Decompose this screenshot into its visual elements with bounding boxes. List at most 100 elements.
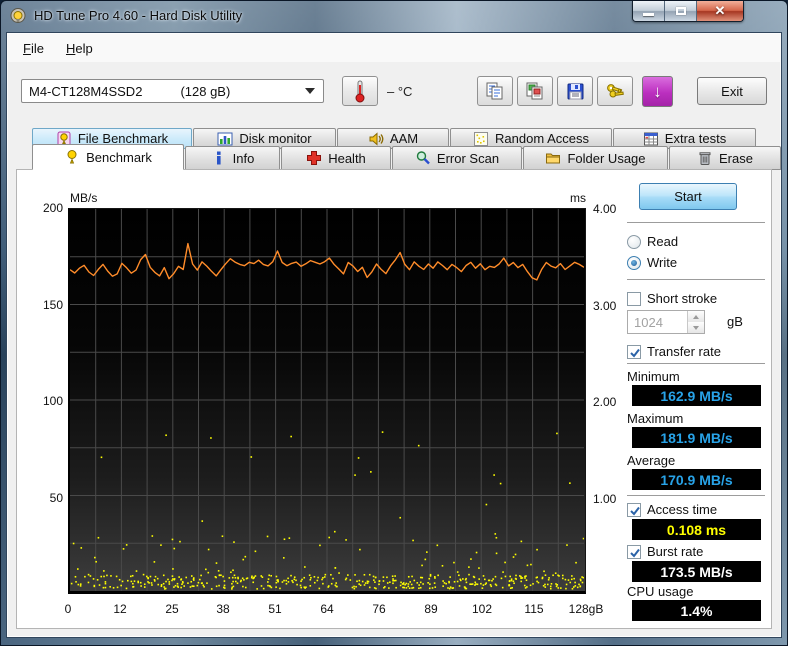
- options-button[interactable]: [597, 76, 633, 106]
- maximum-label: Maximum: [627, 411, 684, 426]
- tick-label: 150: [42, 298, 63, 312]
- cpu-usage-label: CPU usage: [627, 584, 694, 599]
- benchmark-chart: [68, 208, 586, 594]
- tick-label: 12: [113, 602, 127, 616]
- maximum-value: 181.9 MB/s: [632, 427, 761, 448]
- magnifier-icon: [416, 151, 430, 165]
- spinner-down-button[interactable]: [688, 322, 704, 333]
- tick-label: 4.00: [593, 202, 617, 216]
- average-label: Average: [627, 453, 676, 468]
- maximize-button[interactable]: [665, 1, 697, 21]
- window-title: HD Tune Pro 4.60 - Hard Disk Utility: [34, 8, 243, 23]
- menu-help[interactable]: Help: [57, 37, 102, 60]
- folder-icon: [546, 153, 561, 164]
- toolbar: M4-CT128M4SSD2 (128 gB) – °C ↓ Exit: [8, 62, 780, 124]
- spinner-up-button[interactable]: [688, 311, 704, 322]
- benchmark-icon: [67, 150, 77, 164]
- drive-name: M4-CT128M4SSD2: [29, 83, 143, 99]
- tab-info[interactable]: Info: [185, 146, 280, 170]
- start-button[interactable]: Start: [639, 183, 737, 210]
- copy-image-button[interactable]: [517, 76, 553, 106]
- radio-circle: [627, 234, 641, 249]
- keys-icon: [607, 84, 624, 98]
- close-button[interactable]: ✕: [697, 1, 743, 21]
- check-icon: [630, 506, 640, 516]
- minimum-label: Minimum: [627, 369, 680, 384]
- short-stroke-unit: gB: [727, 314, 743, 329]
- access-time-checkbox[interactable]: Access time: [627, 501, 717, 518]
- title-bar[interactable]: HD Tune Pro 4.60 - Hard Disk Utility ✕: [1, 1, 787, 32]
- tick-label: 200: [42, 201, 63, 215]
- health-icon: [307, 151, 322, 165]
- tick-label: 2.00: [593, 395, 617, 409]
- tick-label: 64: [320, 602, 334, 616]
- save-button[interactable]: [557, 76, 593, 106]
- tab-erase[interactable]: Erase: [669, 146, 781, 170]
- minimize-button[interactable]: [633, 1, 665, 21]
- checkbox-box: [627, 291, 641, 306]
- info-icon: [216, 151, 221, 165]
- tab-benchmark[interactable]: Benchmark: [32, 144, 184, 170]
- short-stroke-size-input[interactable]: 1024: [627, 310, 705, 334]
- burst-rate-value: 173.5 MB/s: [632, 561, 761, 582]
- tick-label: 76: [372, 602, 386, 616]
- tick-label: 115: [524, 602, 544, 616]
- checkbox-box: [627, 344, 641, 359]
- access-time-value: 0.108 ms: [632, 519, 761, 540]
- trash-icon: [699, 152, 711, 165]
- separator: [627, 363, 765, 364]
- menu-bar: File Help: [8, 34, 780, 62]
- separator: [627, 495, 765, 496]
- control-panel: Start Read Write Short stroke 1024 gB Tr…: [625, 170, 777, 628]
- app-icon: [10, 8, 26, 23]
- minimum-value: 162.9 MB/s: [632, 385, 761, 406]
- right-axis-unit: ms: [570, 191, 586, 205]
- tab-health[interactable]: Health: [281, 146, 391, 170]
- random-access-icon: [474, 131, 489, 146]
- tab-folder-usage[interactable]: Folder Usage: [523, 146, 668, 170]
- average-value: 170.9 MB/s: [632, 469, 761, 490]
- left-axis-unit: MB/s: [70, 191, 98, 205]
- checkbox-box: [627, 544, 641, 559]
- temperature-button[interactable]: [342, 76, 378, 106]
- drive-capacity: (128 gB): [180, 83, 231, 99]
- update-button[interactable]: ↓: [642, 76, 673, 107]
- app-window: HD Tune Pro 4.60 - Hard Disk Utility ✕ F…: [0, 0, 788, 646]
- burst-rate-checkbox[interactable]: Burst rate: [627, 543, 703, 560]
- save-icon: [567, 83, 583, 99]
- separator: [627, 279, 765, 280]
- temperature-readout: – °C: [387, 84, 413, 99]
- extra-tests-icon: [643, 132, 658, 145]
- tick-label: 0: [64, 602, 72, 616]
- tick-label: 25: [165, 602, 179, 616]
- tick-label: 1.00: [593, 492, 617, 506]
- check-icon: [630, 348, 640, 358]
- tick-label: 102: [471, 602, 493, 616]
- radio-circle: [627, 255, 641, 270]
- tick-label: 50: [49, 491, 63, 505]
- tick-label: 3.00: [593, 299, 617, 313]
- write-radio[interactable]: Write: [627, 254, 677, 271]
- window-body: File Help M4-CT128M4SSD2 (128 gB) – °C ↓…: [6, 32, 782, 638]
- chevron-down-icon: [305, 88, 315, 94]
- read-radio[interactable]: Read: [627, 233, 678, 250]
- copy-text-button[interactable]: [477, 76, 513, 106]
- disk-monitor-icon: [217, 132, 233, 145]
- tick-label: 89: [424, 602, 438, 616]
- benchmark-panel: MB/s ms 200 150 100 50 4.00 3.00 2.00 1.00 0 12 25…: [16, 169, 772, 629]
- minimize-icon: [643, 13, 654, 16]
- close-icon: ✕: [714, 3, 726, 18]
- transfer-rate-checkbox[interactable]: Transfer rate: [627, 343, 721, 360]
- tab-error-scan[interactable]: Error Scan: [392, 146, 522, 170]
- tab-strip: File Benchmark Disk monitor AAM Random A…: [8, 124, 781, 170]
- checkbox-box: [627, 502, 641, 517]
- short-stroke-size-value: 1024: [634, 314, 663, 330]
- speaker-icon: [369, 131, 384, 146]
- copy-image-icon: [526, 82, 543, 100]
- tick-label: 51: [268, 602, 282, 616]
- short-stroke-checkbox[interactable]: Short stroke: [627, 290, 717, 307]
- drive-select-dropdown[interactable]: M4-CT128M4SSD2 (128 gB): [21, 79, 324, 103]
- menu-file[interactable]: File: [14, 37, 53, 60]
- exit-button[interactable]: Exit: [697, 77, 767, 105]
- separator: [627, 222, 765, 223]
